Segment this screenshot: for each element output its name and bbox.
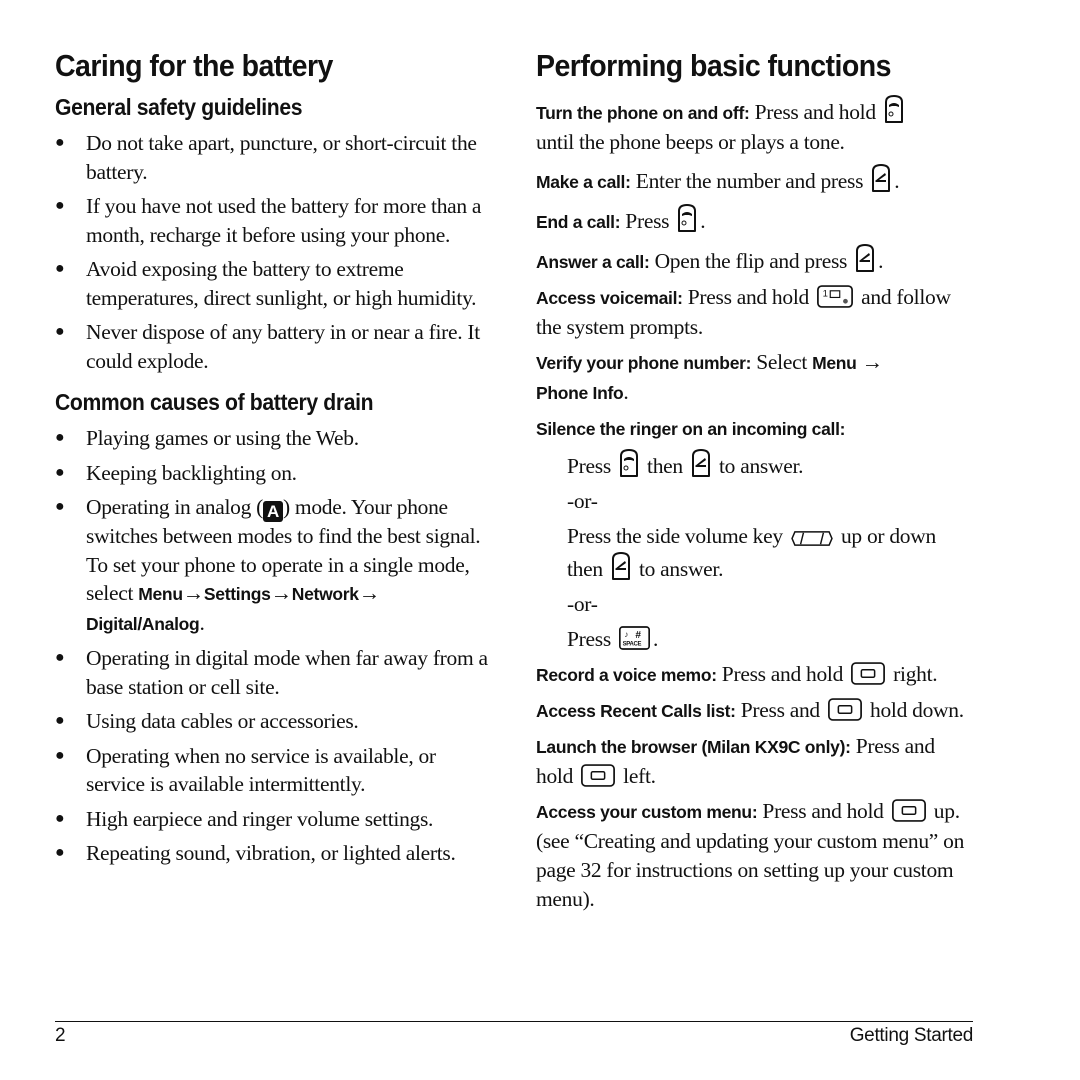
list-item: ● Operating in digital mode when far away…: [55, 646, 488, 699]
bullet-icon: ●: [55, 134, 65, 151]
bullet-icon: ●: [55, 197, 65, 214]
navigation-key-icon: [850, 661, 886, 686]
menu-path-settings: Settings: [203, 584, 271, 604]
arrow-icon: →: [182, 581, 205, 605]
bullet-icon: ●: [55, 463, 65, 481]
instruction-verify-number: Verify your phone number: Select Menu → …: [536, 350, 884, 404]
instruction-make-call: Make a call: Enter the number and press …: [536, 163, 976, 197]
instruction-launch-browser: Launch the browser (Milan KX9C only): Pr…: [536, 734, 935, 788]
instruction-custom-menu: Access your custom menu: Press and hold …: [536, 798, 965, 911]
safety-list: ● Do not take apart, puncture, or short-c…: [55, 129, 495, 375]
end-power-key-icon: [676, 203, 698, 233]
bullet-icon: ●: [55, 498, 65, 515]
list-item: ● Never dispose of any battery in or near…: [55, 320, 480, 373]
navigation-key-icon: [827, 697, 863, 722]
pound-space-key-icon: [618, 625, 651, 651]
instruction-voicemail: Access voicemail: Press and hold and fol…: [536, 284, 951, 339]
analog-mode-icon: A: [263, 501, 283, 522]
right-column: Performing basic functions Turn the phon…: [536, 44, 976, 920]
list-item-analog: ● Operating in analog (A) mode. Your phon…: [55, 495, 481, 635]
instruction-voice-memo: Record a voice memo: Press and hold righ…: [536, 661, 938, 686]
list-item: ● Do not take apart, puncture, or short-c…: [55, 131, 477, 184]
list-item: ● Repeating sound, vibration, or lighted …: [55, 839, 495, 868]
subheading-safety: General safety guidelines: [55, 94, 303, 120]
silence-option-3: Press .: [567, 625, 659, 651]
key-1-voicemail-icon: [816, 284, 854, 309]
list-item: ● Playing games or using the Web.: [55, 424, 495, 453]
end-power-key-icon: [618, 448, 640, 478]
list-item: ● High earpiece and ringer volume setting…: [55, 805, 495, 834]
bullet-icon: ●: [55, 809, 65, 827]
bullet-icon: ●: [55, 746, 65, 764]
or-separator: -or-: [567, 592, 598, 616]
section-title-battery: Caring for the battery: [55, 48, 333, 83]
instruction-turn-on-off: Turn the phone on and off: Press and hol…: [536, 94, 976, 157]
page-number: 2: [55, 1025, 66, 1046]
navigation-key-icon: [891, 798, 927, 823]
bullet-icon: ●: [55, 844, 65, 861]
drain-list: ● Playing games or using the Web. ● Keepin…: [55, 424, 495, 868]
end-power-key-icon: [883, 94, 905, 124]
send-key-icon: [870, 163, 892, 193]
list-item: ● If you have not used the battery for mo…: [55, 194, 482, 247]
bullet-icon: ●: [55, 323, 65, 340]
side-volume-key-icon: [790, 529, 834, 548]
instruction-recent-calls: Access Recent Calls list: Press and hold…: [536, 697, 964, 722]
arrow-icon: →: [856, 350, 884, 374]
send-key-icon: [854, 243, 876, 273]
bullet-icon: ●: [55, 649, 65, 666]
or-separator: -or-: [567, 489, 598, 513]
arrow-icon: →: [270, 581, 293, 605]
list-item: ● Operating when no service is available,…: [55, 743, 436, 797]
menu-path-phone-info: Phone Info: [536, 383, 624, 403]
bullet-icon: ●: [55, 712, 65, 729]
arrow-icon: →: [358, 581, 381, 605]
menu-path-menu: Menu: [138, 584, 183, 604]
list-item: ● Using data cables or accessories.: [55, 707, 495, 736]
bullet-icon: ●: [55, 260, 65, 277]
menu-path-digital-analog: Digital/Analog: [86, 613, 200, 634]
silence-option-1: Press then to answer.: [536, 448, 976, 481]
left-column: Caring for the battery General safety gu…: [55, 44, 495, 874]
send-key-icon: [690, 448, 712, 478]
subheading-drain: Common causes of battery drain: [55, 389, 374, 415]
menu-path-menu: Menu: [812, 353, 857, 373]
list-item: ● Keeping backlighting on.: [55, 459, 495, 488]
instruction-silence-ringer: Silence the ringer on an incoming call:: [536, 419, 846, 439]
section-title-basic-functions: Performing basic functions: [536, 48, 891, 83]
instruction-end-call: End a call: Press .: [536, 203, 976, 237]
page-footer: 2 Getting Started: [55, 1021, 973, 1046]
navigation-key-icon: [580, 763, 616, 788]
silence-option-2: Press the side volume key up or down the…: [567, 524, 936, 581]
instruction-answer-call: Answer a call: Open the flip and press .: [536, 243, 976, 277]
send-key-icon: [610, 551, 632, 581]
bullet-icon: ●: [55, 429, 65, 446]
footer-section-title: Getting Started: [849, 1025, 974, 1046]
list-item: ● Avoid exposing the battery to extreme t…: [55, 257, 477, 310]
menu-path-network: Network: [291, 584, 359, 604]
